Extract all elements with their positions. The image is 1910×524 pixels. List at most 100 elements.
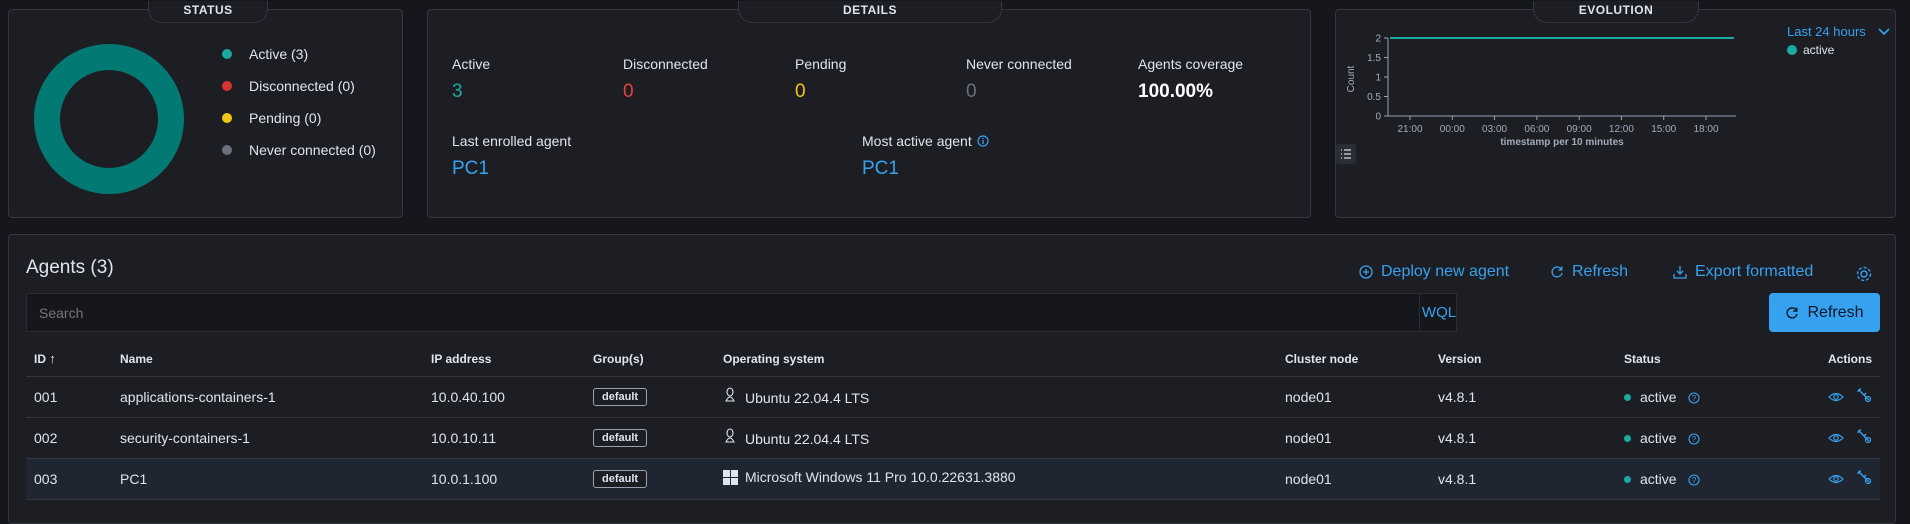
active-dot <box>222 49 232 59</box>
search-input[interactable] <box>27 294 1422 331</box>
x-tick-label: 03:00 <box>1482 124 1507 135</box>
wrench-icon[interactable] <box>1856 387 1872 403</box>
legend-disconnected-label: Disconnected (0) <box>249 78 355 94</box>
status-dot <box>1624 435 1631 443</box>
deploy-new-agent-label: Deploy new agent <box>1381 263 1510 280</box>
column-header-cluster-node[interactable]: Cluster node <box>1277 342 1430 377</box>
cell-actions <box>1766 458 1880 500</box>
evolution-panel: EVOLUTION Last 24 hours active Count tim… <box>1335 1 1896 218</box>
table-row[interactable]: 003 PC1 10.0.1.100 default Microsoft Win… <box>26 458 1880 500</box>
time-range-picker[interactable]: Last 24 hours <box>1787 24 1890 39</box>
column-header-status[interactable]: Status <box>1616 342 1766 377</box>
cell-ip: 10.0.10.11 <box>423 417 585 459</box>
status-donut-chart[interactable] <box>33 43 185 195</box>
legend-active[interactable]: Active (3) <box>222 46 308 62</box>
os-label: Microsoft Windows 11 Pro 10.0.22631.3880 <box>745 469 1016 486</box>
disconnected-count[interactable]: 0 <box>623 81 634 103</box>
group-badge[interactable]: default <box>593 388 648 406</box>
list-icon <box>1341 149 1351 159</box>
pending-count[interactable]: 0 <box>795 81 806 103</box>
chevron-down-icon <box>1878 27 1890 35</box>
help-icon[interactable]: ? <box>1688 392 1701 404</box>
disconnected-label: Disconnected <box>623 56 708 72</box>
most-active-label: Most active agent <box>862 133 972 149</box>
refresh-button[interactable]: Refresh <box>1769 293 1880 332</box>
column-header-actions: Actions <box>1766 342 1880 377</box>
cell-name: security-containers-1 <box>112 417 423 459</box>
cell-id: 003 <box>26 458 112 500</box>
x-tick-label: 15:00 <box>1651 124 1676 135</box>
most-active-agent-link[interactable]: PC1 <box>862 158 899 180</box>
refresh-link-label: Refresh <box>1572 263 1629 280</box>
view-eye-icon[interactable] <box>1828 473 1844 485</box>
group-badge[interactable]: default <box>593 470 648 488</box>
cell-name: PC1 <box>112 458 423 500</box>
never-connected-count[interactable]: 0 <box>966 81 977 103</box>
evolution-legend[interactable]: active <box>1787 43 1834 57</box>
linux-icon <box>723 428 739 447</box>
info-icon[interactable] <box>977 135 989 147</box>
y-axis-title: Count <box>1346 65 1357 92</box>
legend-disconnected[interactable]: Disconnected (0) <box>222 78 355 94</box>
table-row[interactable]: 001 applications-containers-1 10.0.40.10… <box>26 376 1880 418</box>
export-formatted-link[interactable]: Export formatted <box>1673 263 1813 281</box>
help-icon[interactable]: ? <box>1688 433 1701 445</box>
cell-os: Ubuntu 22.04.4 LTS <box>715 376 1277 418</box>
status-dot <box>1624 394 1631 402</box>
legend-active-label: Active (3) <box>249 46 309 62</box>
cell-status: active ? <box>1616 376 1766 418</box>
never-connected-label: Never connected <box>966 56 1072 72</box>
cell-version: v4.8.1 <box>1430 376 1616 418</box>
cell-cluster-node: node01 <box>1277 417 1430 459</box>
group-badge[interactable]: default <box>593 429 648 447</box>
coverage-value: 100.00% <box>1138 81 1214 102</box>
wrench-icon[interactable] <box>1856 428 1872 444</box>
x-tick-label: 06:00 <box>1524 124 1549 135</box>
search-bar: WQL <box>26 293 1457 332</box>
x-tick-label: 00:00 <box>1440 124 1465 135</box>
cell-os: Microsoft Windows 11 Pro 10.0.22631.3880 <box>715 458 1277 500</box>
table-row[interactable]: 002 security-containers-1 10.0.10.11 def… <box>26 417 1880 459</box>
never-connected-dot <box>222 145 232 155</box>
legend-toggle-button[interactable] <box>1336 144 1356 164</box>
cell-id: 001 <box>26 376 112 418</box>
legend-pending[interactable]: Pending (0) <box>222 110 321 126</box>
wql-toggle[interactable]: WQL <box>1419 294 1458 331</box>
agents-panel: Agents (3) Deploy new agent Refresh Expo… <box>8 234 1896 524</box>
y-tick-label: 0 <box>1375 112 1381 123</box>
active-series-dot <box>1787 45 1797 55</box>
evolution-line-chart[interactable]: Count timestamp per 10 minutes 0 0.5 1 1.5 2… <box>1336 10 1776 160</box>
wrench-icon[interactable] <box>1856 469 1872 485</box>
column-header-name[interactable]: Name <box>112 342 423 377</box>
view-eye-icon[interactable] <box>1828 432 1844 444</box>
column-header-groups[interactable]: Group(s) <box>585 342 715 377</box>
x-axis-title: timestamp per 10 minutes <box>1500 137 1624 148</box>
help-icon[interactable]: ? <box>1688 474 1701 486</box>
active-count[interactable]: 3 <box>452 81 463 103</box>
deploy-new-agent-link[interactable]: Deploy new agent <box>1359 263 1509 281</box>
table-header-row: ID ↑ Name IP address Group(s) Operating … <box>26 342 1880 377</box>
status-label: active <box>1640 470 1677 487</box>
column-header-version[interactable]: Version <box>1430 342 1616 377</box>
disconnected-dot <box>222 81 232 91</box>
gear-icon[interactable] <box>1855 265 1873 283</box>
column-header-id[interactable]: ID ↑ <box>26 342 112 377</box>
x-tick-label: 18:00 <box>1693 124 1718 135</box>
cell-group: default <box>585 417 715 459</box>
os-label: Ubuntu 22.04.4 LTS <box>745 431 870 447</box>
plus-circle-icon <box>1359 265 1373 279</box>
refresh-link[interactable]: Refresh <box>1550 263 1628 281</box>
agents-title: Agents (3) <box>26 257 114 278</box>
x-tick-label: 12:00 <box>1609 124 1634 135</box>
legend-pending-label: Pending (0) <box>249 110 322 126</box>
column-header-os[interactable]: Operating system <box>715 342 1277 377</box>
details-title: DETAILS <box>738 1 1002 23</box>
view-eye-icon[interactable] <box>1828 391 1844 403</box>
legend-never-connected[interactable]: Never connected (0) <box>222 142 376 158</box>
column-header-ip[interactable]: IP address <box>423 342 585 377</box>
status-dot <box>1624 476 1631 484</box>
cell-ip: 10.0.1.100 <box>423 458 585 500</box>
last-enrolled-agent-link[interactable]: PC1 <box>452 158 489 180</box>
cell-actions <box>1766 376 1880 418</box>
most-active-label-row: Most active agent <box>862 133 989 149</box>
